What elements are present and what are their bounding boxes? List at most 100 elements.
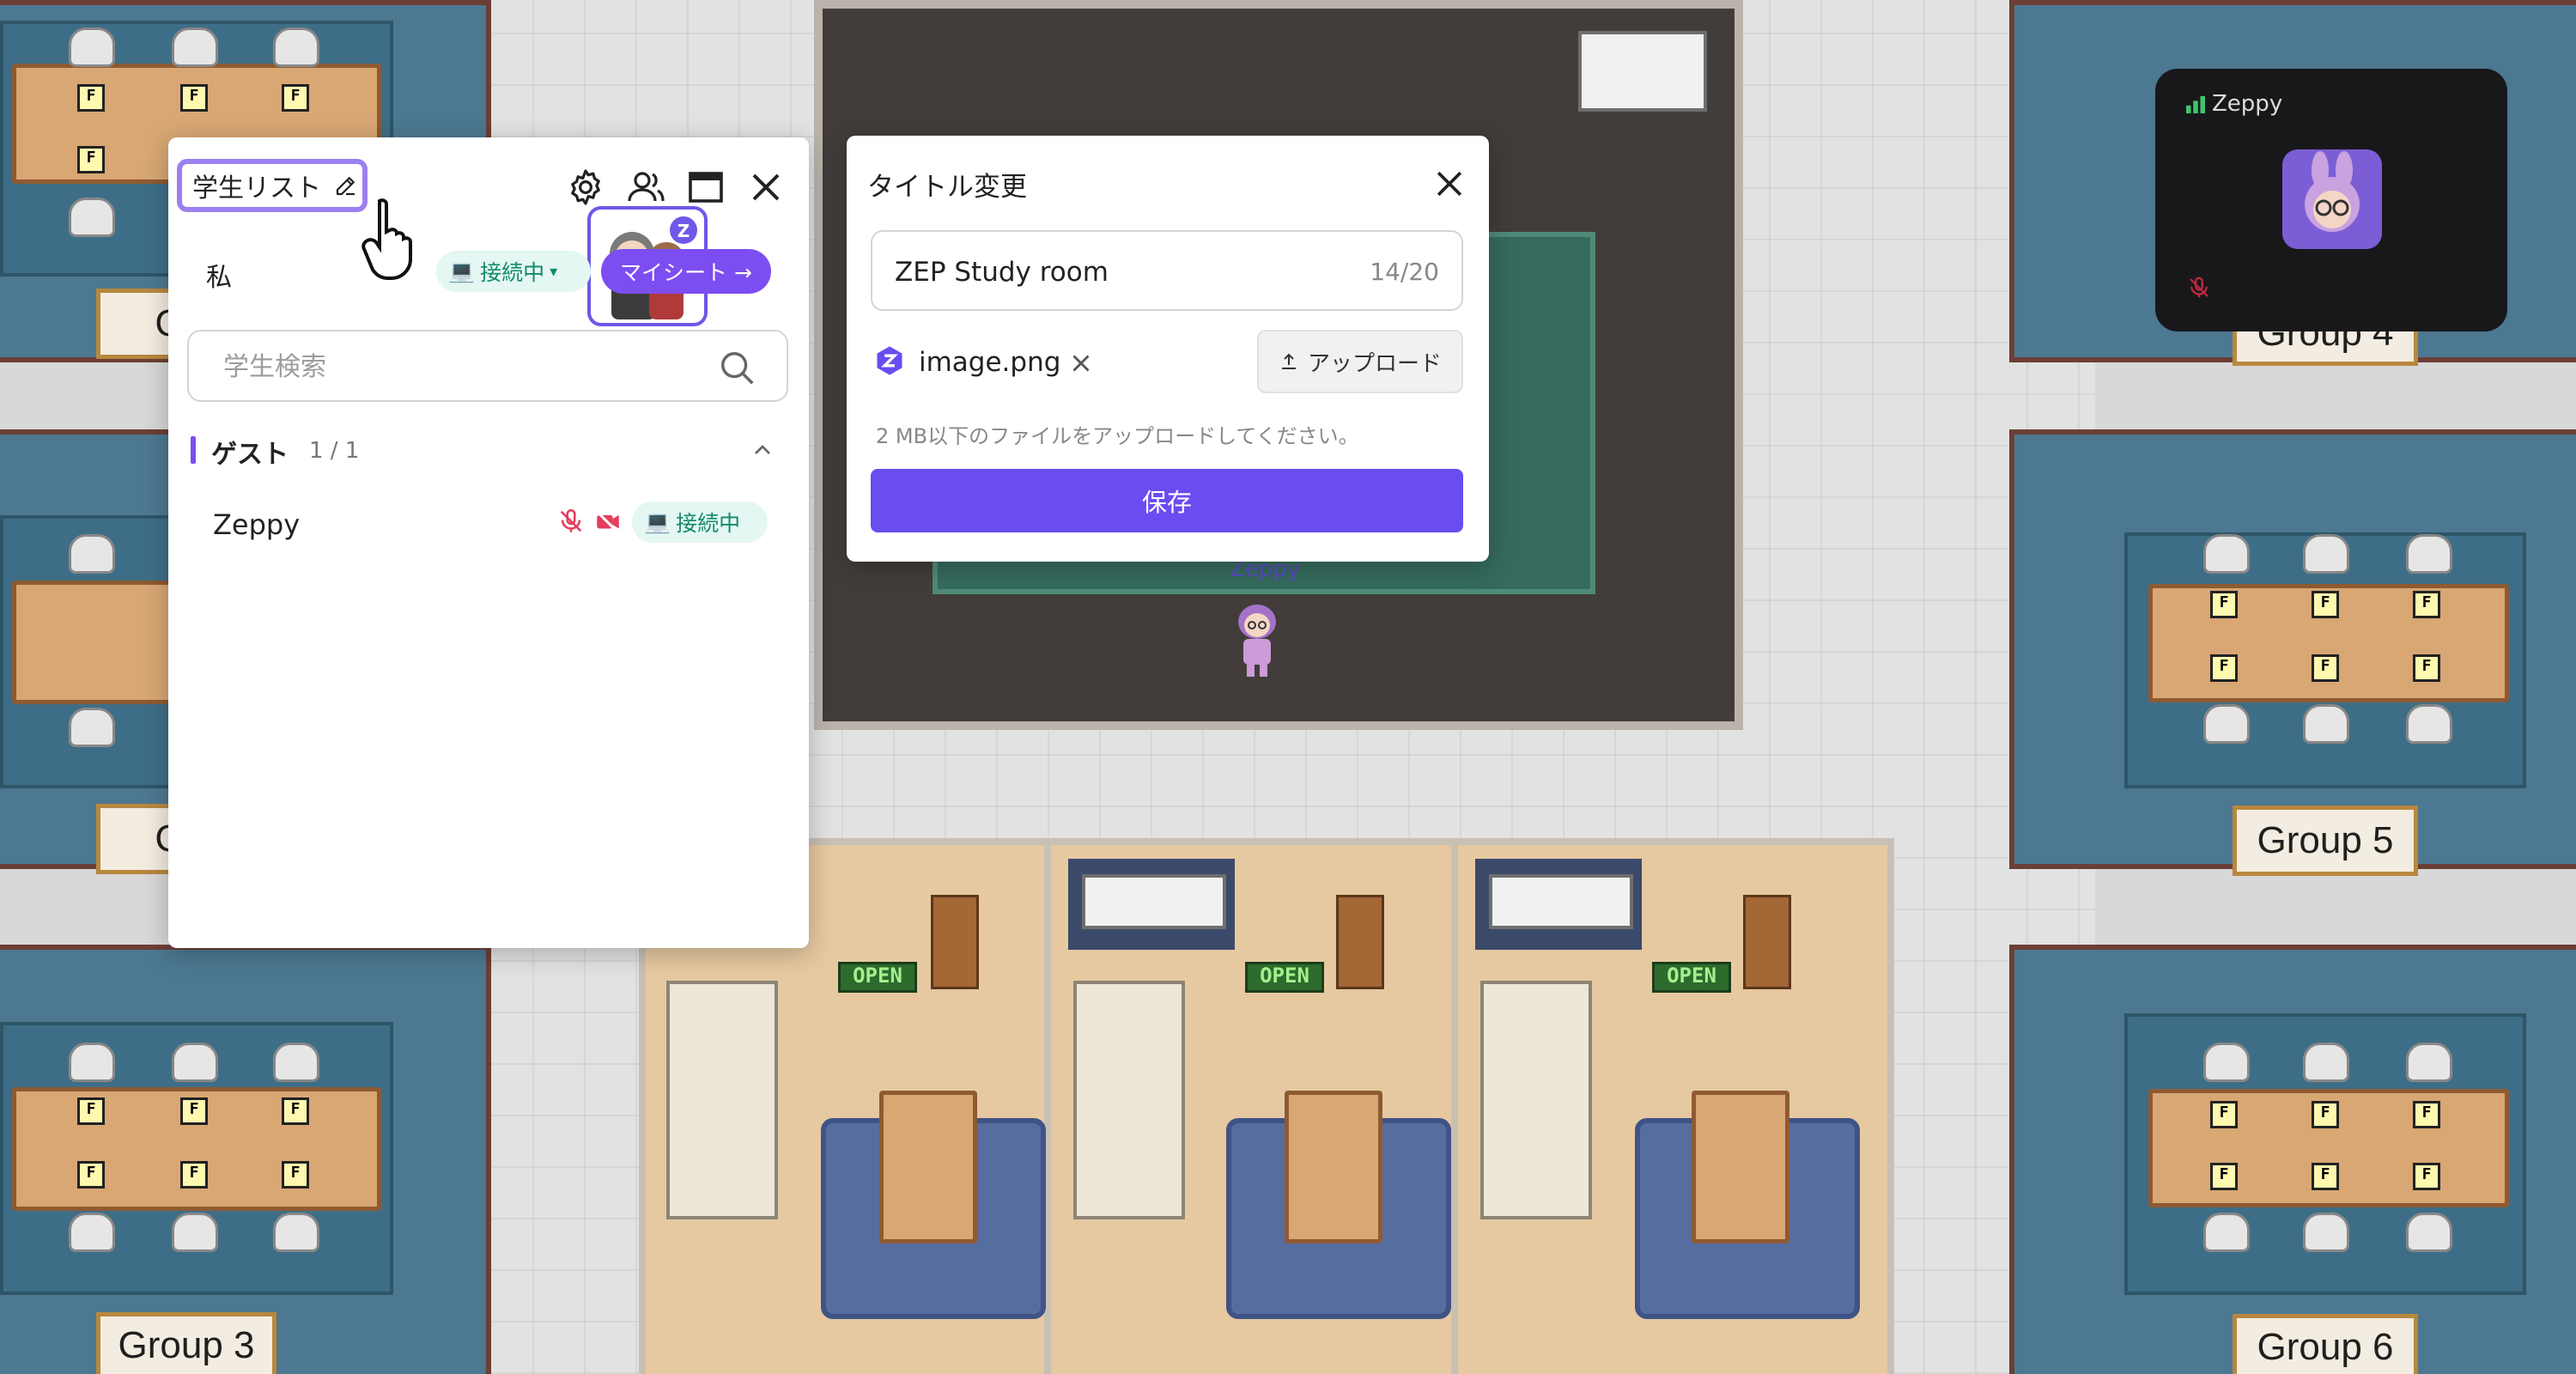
seat-mark[interactable]: F bbox=[2413, 591, 2440, 618]
student-list-panel: 学生リスト Z 私 💻 接続中 ▾ マイシート → 学生検索 ゲスト 1 / 1… bbox=[168, 137, 809, 948]
chair bbox=[273, 1043, 319, 1082]
seat-mark[interactable]: F bbox=[2413, 1101, 2440, 1128]
seat-mark[interactable]: F bbox=[77, 1097, 105, 1125]
upload-icon bbox=[1281, 353, 1296, 369]
seat-mark[interactable]: F bbox=[2210, 654, 2238, 682]
mic-muted-icon bbox=[560, 508, 582, 532]
student-status-badge: 💻 接続中 bbox=[632, 502, 768, 543]
section-accent-bar bbox=[191, 436, 196, 464]
chair bbox=[69, 708, 115, 747]
char-counter: 14/20 bbox=[1370, 258, 1439, 286]
chair bbox=[2406, 534, 2452, 574]
student-search-input[interactable] bbox=[222, 347, 706, 386]
chair bbox=[2406, 704, 2452, 744]
bookshelf bbox=[1336, 895, 1384, 989]
upload-button[interactable]: アップロード bbox=[1257, 330, 1463, 393]
seat-mark[interactable]: F bbox=[2312, 1163, 2339, 1190]
chair bbox=[2303, 1043, 2349, 1082]
chair bbox=[69, 1043, 115, 1082]
booth-sofa bbox=[1073, 981, 1185, 1219]
bookshelf bbox=[931, 895, 979, 989]
seat-mark[interactable]: F bbox=[180, 1097, 208, 1125]
chair bbox=[2406, 1043, 2452, 1082]
my-sheet-label: マイシート → bbox=[620, 260, 752, 285]
seat-mark[interactable]: F bbox=[2312, 1101, 2339, 1128]
open-sign: OPEN bbox=[1245, 962, 1324, 993]
booth-table bbox=[1692, 1091, 1789, 1243]
seat-mark[interactable]: F bbox=[77, 84, 105, 112]
my-sheet-button[interactable]: マイシート → bbox=[601, 249, 771, 294]
booth-sofa bbox=[666, 981, 778, 1219]
me-label: 私 bbox=[206, 263, 232, 293]
close-icon[interactable] bbox=[1431, 165, 1468, 203]
svg-text:Z: Z bbox=[677, 221, 690, 241]
student-name: Zeppy bbox=[213, 508, 301, 541]
seat-mark[interactable]: F bbox=[2210, 1163, 2238, 1190]
save-button[interactable]: 保存 bbox=[871, 469, 1463, 532]
seat-mark[interactable]: F bbox=[180, 84, 208, 112]
chair bbox=[69, 534, 115, 574]
settings-gear-icon[interactable] bbox=[565, 167, 606, 208]
chair bbox=[2203, 1043, 2250, 1082]
seat-mark[interactable]: F bbox=[77, 146, 105, 173]
chair bbox=[2203, 534, 2250, 574]
my-status-label: 接続中 bbox=[480, 260, 545, 285]
seat-mark[interactable]: F bbox=[180, 1161, 208, 1189]
guest-section-count: 1 / 1 bbox=[309, 438, 360, 464]
panel-title-text: 学生リスト bbox=[192, 173, 321, 204]
booth-table bbox=[1285, 1091, 1382, 1243]
player-sprite-icon bbox=[1238, 605, 1276, 677]
signal-strength-icon bbox=[2186, 95, 2205, 113]
group-sign: Group 3 bbox=[96, 1312, 276, 1374]
projector-screen bbox=[1578, 31, 1707, 112]
booth-sofa bbox=[1480, 981, 1592, 1219]
users-icon[interactable] bbox=[625, 167, 666, 208]
seat-mark[interactable]: F bbox=[2413, 1163, 2440, 1190]
uploaded-file-name: image.png bbox=[919, 347, 1061, 378]
video-participant-name: Zeppy bbox=[2212, 91, 2283, 117]
panel-title-editable[interactable]: 学生リスト bbox=[177, 159, 368, 212]
chair bbox=[69, 27, 115, 67]
camera-off-icon bbox=[596, 510, 619, 533]
booth-whiteboard bbox=[1489, 874, 1633, 929]
chair bbox=[2303, 704, 2349, 744]
remove-file-icon[interactable] bbox=[1066, 349, 1096, 378]
chair bbox=[172, 1043, 218, 1082]
search-icon[interactable] bbox=[718, 349, 757, 388]
seat-mark[interactable]: F bbox=[282, 1161, 309, 1189]
bookshelf bbox=[1743, 895, 1791, 989]
my-status-dropdown[interactable]: 💻 接続中 ▾ bbox=[436, 251, 591, 292]
chair bbox=[69, 198, 115, 237]
laptop-icon: 💻 bbox=[644, 509, 671, 534]
student-status-label: 接続中 bbox=[676, 511, 741, 536]
seat-mark[interactable]: F bbox=[2312, 654, 2339, 682]
chair bbox=[2203, 1213, 2250, 1252]
seat-mark[interactable]: F bbox=[2312, 591, 2339, 618]
student-search-box bbox=[187, 330, 788, 402]
player-avatar[interactable] bbox=[1230, 598, 1285, 680]
seat-mark[interactable]: F bbox=[2413, 654, 2440, 682]
laptop-icon: 💻 bbox=[448, 258, 476, 283]
seat-mark[interactable]: F bbox=[2210, 1101, 2238, 1128]
seat-mark[interactable]: F bbox=[282, 1097, 309, 1125]
chair bbox=[172, 27, 218, 67]
caret-down-icon: ▾ bbox=[550, 262, 558, 281]
seat-mark[interactable]: F bbox=[77, 1161, 105, 1189]
close-icon[interactable] bbox=[745, 167, 787, 208]
seat-mark[interactable]: F bbox=[282, 84, 309, 112]
bunny-avatar-icon bbox=[2305, 151, 2360, 232]
chair bbox=[2406, 1213, 2452, 1252]
chair bbox=[273, 1213, 319, 1252]
student-row[interactable]: Zeppy 💻 接続中 bbox=[187, 493, 788, 550]
chevron-up-icon[interactable] bbox=[749, 436, 776, 464]
title-input[interactable] bbox=[893, 252, 1343, 292]
video-tile[interactable]: Zeppy bbox=[2155, 69, 2507, 331]
mic-muted-icon bbox=[2190, 277, 2208, 298]
window-toggle-icon[interactable] bbox=[685, 167, 726, 208]
seat-mark[interactable]: F bbox=[2210, 591, 2238, 618]
upload-hint: 2 MB以下のファイルをアップロードしてください。 bbox=[876, 424, 1359, 448]
open-sign: OPEN bbox=[838, 962, 917, 993]
edit-icon[interactable] bbox=[333, 173, 359, 198]
title-change-dialog: タイトル変更 14/20 image.png アップロード 2 MB以下のファイ… bbox=[847, 136, 1489, 562]
chair bbox=[172, 1213, 218, 1252]
